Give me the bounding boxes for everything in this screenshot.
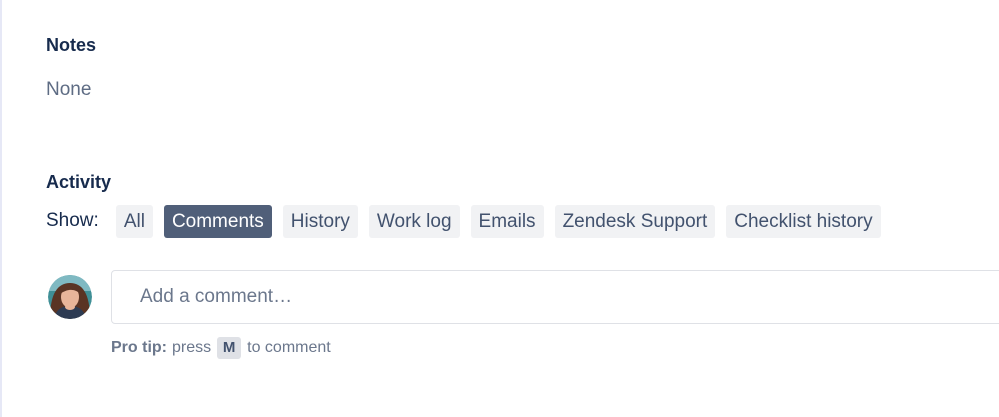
add-comment-input[interactable]: Add a comment… <box>111 270 999 324</box>
pro-tip-suffix: to comment <box>247 339 331 356</box>
activity-heading: Activity <box>46 172 112 192</box>
user-avatar-icon[interactable] <box>48 275 92 319</box>
activity-filter-bar: Show: All Comments History Work log Emai… <box>46 204 892 238</box>
notes-heading: Notes <box>46 35 97 55</box>
issue-detail-panel: Notes None Activity Show: All Comments H… <box>0 0 999 417</box>
keyboard-shortcut-key: M <box>217 337 242 359</box>
filter-checklist-history-button[interactable]: Checklist history <box>726 204 881 238</box>
filter-emails-button[interactable]: Emails <box>470 204 544 238</box>
comment-placeholder: Add a comment… <box>140 286 293 307</box>
filter-work-log-button[interactable]: Work log <box>368 204 460 238</box>
pro-tip-text: press <box>172 339 212 356</box>
show-label: Show: <box>46 210 99 231</box>
filter-comments-button[interactable]: Comments <box>163 204 272 238</box>
filter-all-button[interactable]: All <box>115 204 153 238</box>
filter-zendesk-support-button[interactable]: Zendesk Support <box>554 204 716 238</box>
avatar-photo <box>48 275 92 319</box>
notes-value: None <box>46 79 92 100</box>
filter-history-button[interactable]: History <box>282 204 358 238</box>
pro-tip: Pro tip: press M to comment <box>111 337 331 359</box>
panel-divider <box>0 0 2 417</box>
pro-tip-label: Pro tip: <box>111 339 167 356</box>
